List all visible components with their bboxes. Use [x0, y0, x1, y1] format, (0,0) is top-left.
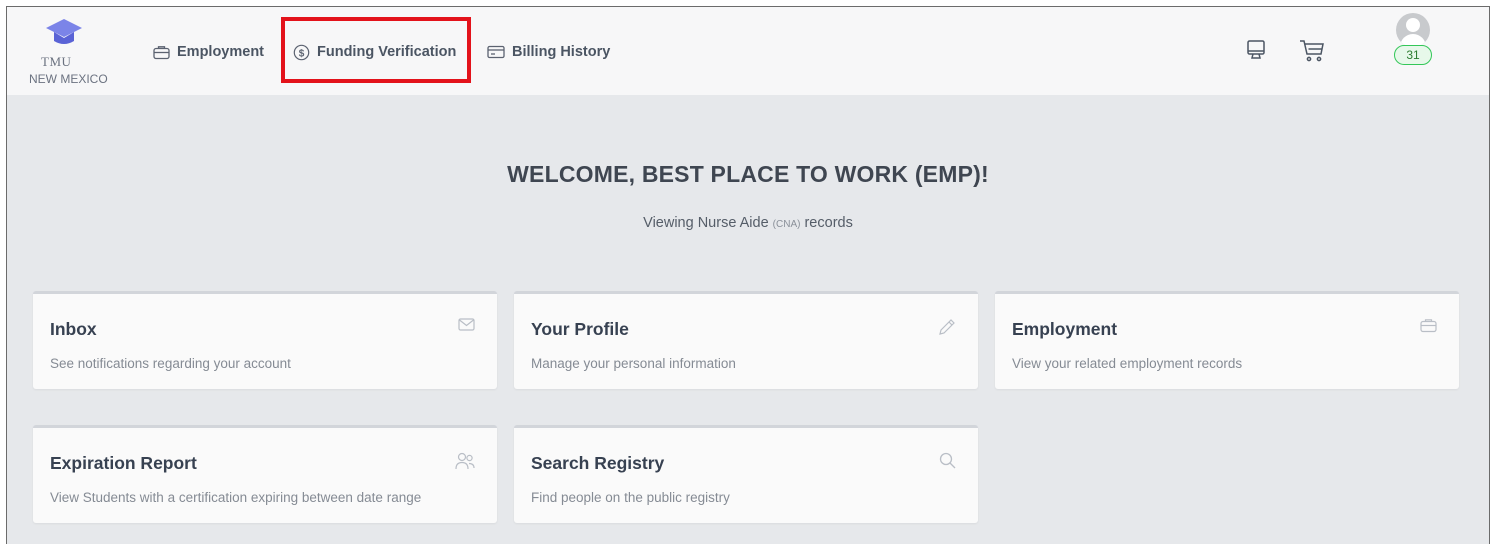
viewing-suffix: records: [800, 215, 853, 231]
card-title: Expiration Report: [50, 453, 197, 473]
card-title: Inbox: [50, 319, 97, 339]
card-search-registry[interactable]: Search Registry Find people on the publi…: [514, 425, 978, 523]
viewing-prefix: Viewing Nurse Aide: [643, 215, 773, 231]
search-icon: [939, 452, 956, 469]
nav-funding-label: Funding Verification: [317, 44, 457, 60]
monitor-icon: [1247, 40, 1265, 59]
card-description: View Students with a certification expir…: [50, 490, 422, 505]
top-header: TMU NEW MEXICO Employment $ Funding Veri…: [7, 7, 1489, 95]
card-title: Employment: [1012, 319, 1118, 339]
shopping-cart-icon: [1300, 40, 1324, 62]
nav-billing-history[interactable]: Billing History: [487, 41, 610, 63]
envelope-icon: [458, 318, 475, 331]
app-frame: TMU NEW MEXICO Employment $ Funding Veri…: [6, 6, 1490, 544]
briefcase-icon: [1420, 319, 1437, 333]
graduation-cap-icon: [46, 19, 82, 44]
card-expiration-report[interactable]: Expiration Report View Students with a c…: [33, 425, 497, 523]
card-description: Manage your personal information: [531, 356, 736, 371]
card-employment[interactable]: Employment View your related employment …: [995, 291, 1459, 389]
logo-subtitle: NEW MEXICO: [29, 72, 108, 86]
nav-billing-label: Billing History: [512, 44, 611, 60]
monitor-button[interactable]: [1245, 39, 1267, 66]
card-description: Find people on the public registry: [531, 490, 730, 505]
briefcase-icon: [153, 45, 170, 59]
card-your-profile[interactable]: Your Profile Manage your personal inform…: [514, 291, 978, 389]
card-title: Search Registry: [531, 453, 665, 473]
card-description: See notifications regarding your account: [50, 356, 291, 371]
card-description: View your related employment records: [1012, 356, 1243, 371]
notification-count-badge: 31: [1394, 45, 1432, 65]
dollar-circle-icon: $: [293, 44, 310, 60]
credit-card-icon: [487, 45, 505, 59]
nav-employment[interactable]: Employment: [153, 41, 264, 63]
card-title: Your Profile: [531, 319, 629, 339]
pencil-icon: [939, 319, 955, 335]
logo-name: TMU: [41, 54, 72, 69]
avatar: [1396, 13, 1430, 47]
welcome-heading: WELCOME, BEST PLACE TO WORK (EMP)!: [507, 161, 989, 187]
cart-button[interactable]: [1299, 39, 1325, 68]
nav-funding-verification[interactable]: $ Funding Verification: [293, 41, 456, 63]
logo[interactable]: TMU NEW MEXICO: [29, 17, 119, 89]
card-inbox[interactable]: Inbox See notifications regarding your a…: [33, 291, 497, 389]
viewing-records-text: Viewing Nurse Aide (CNA) records: [7, 215, 1489, 231]
nav-employment-label: Employment: [177, 44, 265, 60]
svg-text:$: $: [299, 48, 305, 59]
users-icon: [455, 452, 475, 470]
user-menu[interactable]: 31: [1392, 13, 1434, 65]
viewing-code: (CNA): [772, 219, 801, 230]
